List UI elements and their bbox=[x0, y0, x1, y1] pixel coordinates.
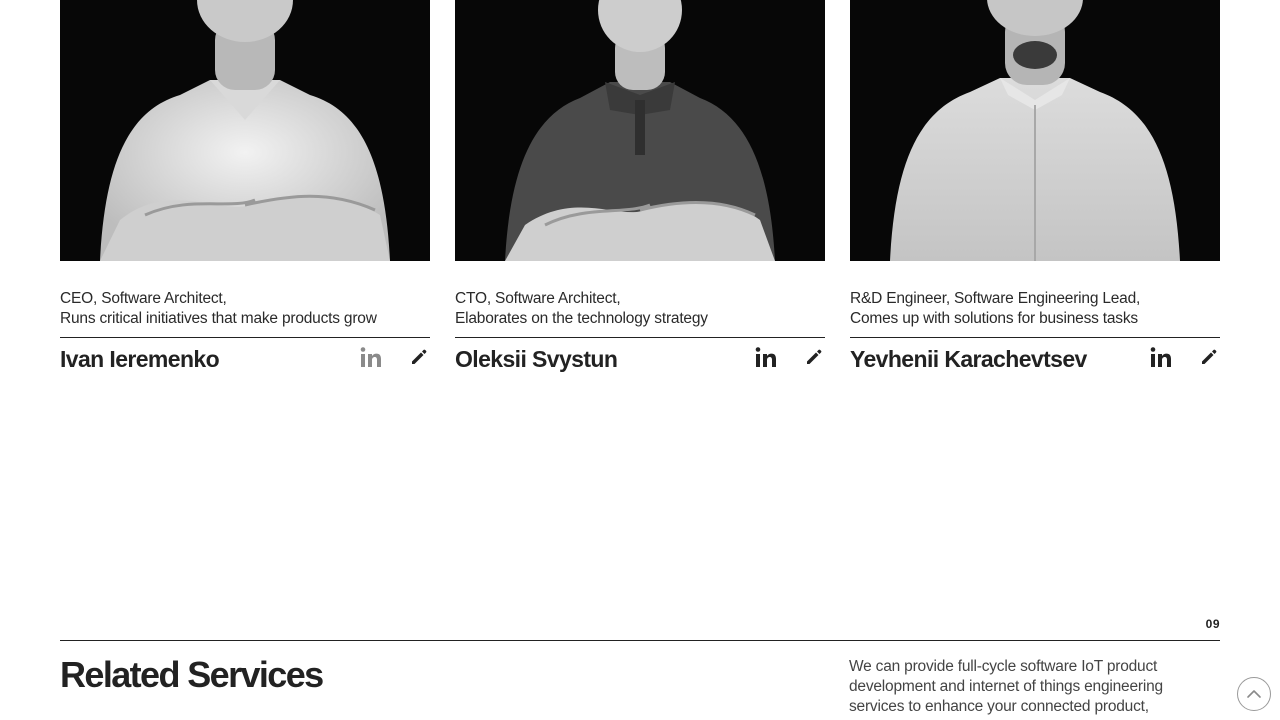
linkedin-icon[interactable] bbox=[755, 346, 777, 368]
team-member-name: Yevhenii Karachevtsev bbox=[850, 346, 1087, 372]
team-member-role: R&D Engineer, Software Engineering Lead,… bbox=[850, 289, 1220, 329]
team-member-name: Ivan Ieremenko bbox=[60, 346, 220, 372]
team-member-photo bbox=[60, 0, 430, 261]
team-member-role: CTO, Software Architect, Elaborates on t… bbox=[455, 289, 825, 329]
role-title: CTO, Software Architect, bbox=[455, 290, 621, 307]
team-member-name: Oleksii Svystun bbox=[455, 346, 618, 372]
team-member-card: CEO, Software Architect, Runs critical i… bbox=[60, 0, 430, 378]
team-member-card: CTO, Software Architect, Elaborates on t… bbox=[455, 0, 825, 378]
role-description: Runs critical initiatives that make prod… bbox=[60, 310, 377, 327]
role-title: R&D Engineer, Software Engineering Lead, bbox=[850, 290, 1141, 307]
team-member-name-row: Yevhenii Karachevtsev bbox=[850, 338, 1220, 378]
chevron-up-icon bbox=[1247, 690, 1261, 698]
team-member-role: CEO, Software Architect, Runs critical i… bbox=[60, 289, 430, 329]
team-section: CEO, Software Architect, Runs critical i… bbox=[60, 0, 1220, 380]
role-description: Comes up with solutions for business tas… bbox=[850, 310, 1138, 327]
linkedin-icon[interactable] bbox=[1150, 346, 1172, 368]
pencil-icon[interactable] bbox=[410, 348, 428, 366]
team-member-name-row: Oleksii Svystun bbox=[455, 338, 825, 378]
team-member-photo bbox=[455, 0, 825, 261]
role-title: CEO, Software Architect, bbox=[60, 290, 227, 307]
section-description: We can provide full-cycle software IoT p… bbox=[849, 658, 1163, 715]
pencil-icon[interactable] bbox=[805, 348, 823, 366]
linkedin-icon[interactable] bbox=[360, 346, 382, 368]
pencil-icon[interactable] bbox=[1200, 348, 1218, 366]
section-divider bbox=[60, 640, 1220, 641]
section-title: Related Services bbox=[60, 654, 324, 695]
scroll-to-top-button[interactable] bbox=[1237, 677, 1271, 711]
section-number: 09 bbox=[1205, 617, 1220, 631]
team-member-photo bbox=[850, 0, 1220, 261]
team-member-card: R&D Engineer, Software Engineering Lead,… bbox=[850, 0, 1220, 378]
role-description: Elaborates on the technology strategy bbox=[455, 310, 708, 327]
team-member-name-row: Ivan Ieremenko bbox=[60, 338, 430, 378]
